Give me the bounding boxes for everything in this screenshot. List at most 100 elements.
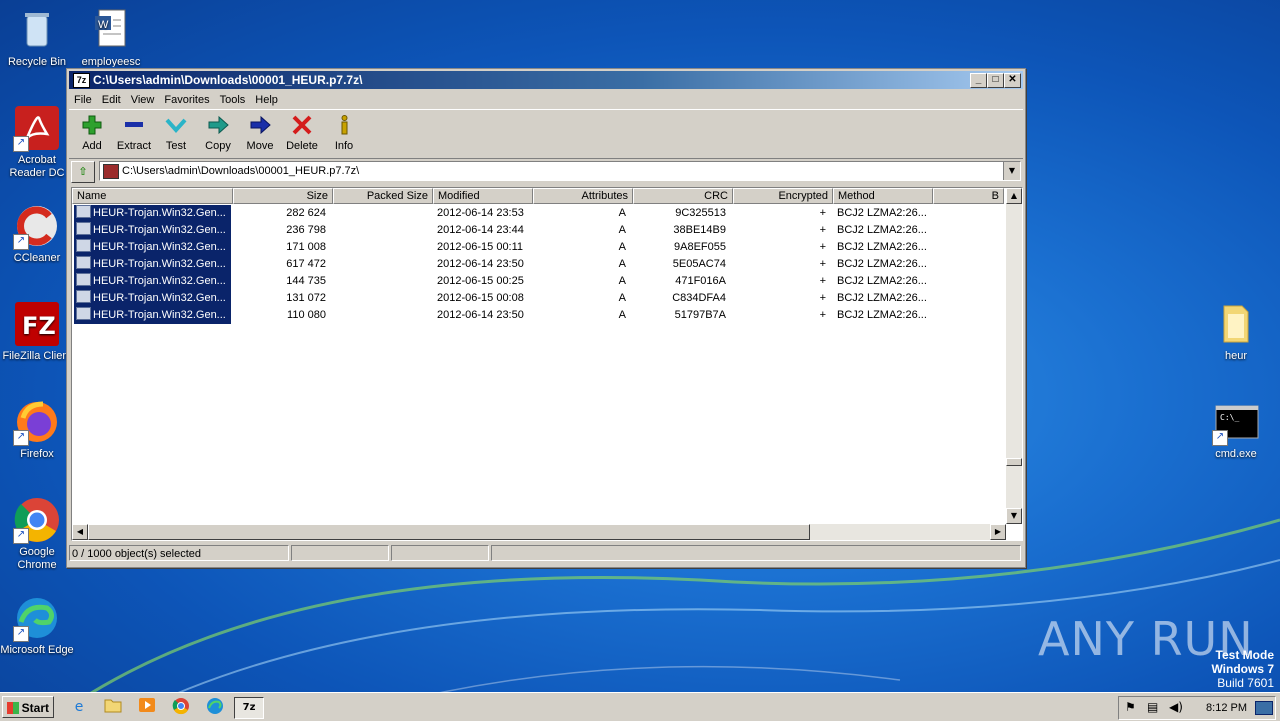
delete-button[interactable]: Delete xyxy=(281,114,323,152)
window-titlebar[interactable]: 7z C:\Users\admin\Downloads\00001_HEUR.p… xyxy=(69,71,1023,89)
column-b[interactable]: B xyxy=(933,188,1004,204)
column-header: Name Size Packed Size Modified Attribute… xyxy=(72,188,1004,204)
cell-method: BCJ2 LZMA2:26... xyxy=(837,241,927,253)
explorer-icon[interactable] xyxy=(102,697,124,717)
table-row[interactable]: HEUR-Trojan.Win32.Gen... 131 072 2012-06-1… xyxy=(72,290,1004,307)
network-tray-icon[interactable]: ▤ xyxy=(1147,700,1158,714)
test-mode-build: Build 7601 xyxy=(1217,676,1274,690)
cell-enc: + xyxy=(819,241,826,253)
recycle-bin-icon xyxy=(13,6,61,54)
media-player-icon[interactable] xyxy=(136,697,158,717)
file-icon xyxy=(76,273,91,286)
table-row[interactable]: HEUR-Trojan.Win32.Gen... 282 624 2012-06-1… xyxy=(72,205,1004,222)
cell-modified: 2012-06-14 23:53 xyxy=(437,207,524,219)
edge-icon: ↗ xyxy=(13,594,61,642)
cell-crc: 471F016A xyxy=(675,275,726,287)
horizontal-scroll-thumb[interactable] xyxy=(88,524,810,540)
column-method[interactable]: Method xyxy=(833,188,933,204)
column-packed-size[interactable]: Packed Size xyxy=(333,188,433,204)
column-modified[interactable]: Modified xyxy=(433,188,533,204)
file-name: HEUR-Trojan.Win32.Gen... xyxy=(93,258,226,270)
shortcut-arrow-icon: ↗ xyxy=(13,626,29,642)
cell-modified: 2012-06-15 00:11 xyxy=(437,241,524,253)
menu-edit[interactable]: Edit xyxy=(97,91,126,109)
filezilla-icon: FZ xyxy=(13,300,61,348)
cell-modified: 2012-06-15 00:08 xyxy=(437,292,524,304)
scroll-down-button[interactable]: ▼ xyxy=(1006,508,1022,524)
firefox-icon: ↗ xyxy=(13,398,61,446)
window-title: C:\Users\admin\Downloads\00001_HEUR.p7.7… xyxy=(93,73,363,87)
minimize-button[interactable]: _ xyxy=(970,73,987,88)
menu-tools[interactable]: Tools xyxy=(215,91,251,109)
desktop-icon-label: employeesc xyxy=(81,56,141,67)
cell-method: BCJ2 LZMA2:26... xyxy=(837,275,927,287)
scroll-up-button[interactable]: ▲ xyxy=(1006,188,1022,204)
file-name: HEUR-Trojan.Win32.Gen... xyxy=(93,241,226,253)
edge-taskbar-icon[interactable] xyxy=(204,697,226,717)
ie-icon[interactable]: e xyxy=(68,697,90,717)
chrome-taskbar-icon[interactable] xyxy=(170,697,192,717)
desktop-icon-employeesc[interactable]: W employeesc xyxy=(74,6,148,67)
taskbar-clock[interactable]: 8:12 PM xyxy=(1206,697,1247,719)
test-icon xyxy=(155,114,197,140)
copy-button[interactable]: Copy xyxy=(197,114,239,152)
address-dropdown-button[interactable]: ▼ xyxy=(1003,162,1020,180)
cell-crc: 51797B7A xyxy=(674,309,726,321)
flag-tray-icon[interactable]: ⚑ xyxy=(1125,700,1136,714)
desktop-icon-label: Microsoft Edge xyxy=(0,644,74,656)
column-attributes[interactable]: Attributes xyxy=(533,188,633,204)
move-button[interactable]: Move xyxy=(239,114,281,152)
scroll-right-button[interactable]: ▶ xyxy=(990,524,1006,540)
horizontal-scrollbar[interactable]: ◀ ▶ xyxy=(72,524,1006,540)
taskbar: Start e 7z ⚑ ▤ ◀) 8:12 PM xyxy=(0,692,1280,721)
table-row[interactable]: HEUR-Trojan.Win32.Gen... 110 080 2012-06-1… xyxy=(72,307,1004,324)
add-button[interactable]: Add xyxy=(71,114,113,152)
column-encrypted[interactable]: Encrypted xyxy=(733,188,833,204)
column-name[interactable]: Name xyxy=(72,188,233,204)
info-button[interactable]: Info xyxy=(323,114,365,152)
cell-name: HEUR-Trojan.Win32.Gen... xyxy=(74,307,231,324)
address-field[interactable]: C:\Users\admin\Downloads\00001_HEUR.p7.7… xyxy=(99,161,1021,181)
menu-file[interactable]: File xyxy=(69,91,97,109)
menu-favorites[interactable]: Favorites xyxy=(159,91,214,109)
vertical-scroll-thumb[interactable] xyxy=(1006,458,1022,466)
shortcut-arrow-icon: ↗ xyxy=(1212,430,1228,446)
desktop-icon-acrobat[interactable]: ↗ Acrobat Reader DC xyxy=(0,104,74,180)
menu-view[interactable]: View xyxy=(126,91,160,109)
extract-button[interactable]: Extract xyxy=(113,114,155,152)
vertical-scrollbar[interactable]: ▲ ▼ xyxy=(1006,188,1022,524)
desktop-icon-ccleaner[interactable]: ↗ CCleaner xyxy=(0,202,74,265)
status-panel-3 xyxy=(391,545,489,561)
menu-help[interactable]: Help xyxy=(250,91,283,109)
shortcut-arrow-icon: ↗ xyxy=(13,528,29,544)
start-button[interactable]: Start xyxy=(2,696,54,718)
desktop-icon-recycle-bin[interactable]: Recycle Bin xyxy=(0,6,74,69)
desktop-icon-chrome[interactable]: ↗ Google Chrome xyxy=(0,496,74,572)
status-bar: 0 / 1000 object(s) selected xyxy=(69,545,1023,563)
column-crc[interactable]: CRC xyxy=(633,188,733,204)
add-icon xyxy=(71,114,113,140)
system-tray: ⚑ ▤ ◀) 8:12 PM xyxy=(1118,696,1276,720)
test-mode-notice: Test Mode Windows 7 Build 7601 xyxy=(1211,648,1274,690)
7zip-taskbar-button[interactable]: 7z xyxy=(234,697,264,719)
scroll-left-button[interactable]: ◀ xyxy=(72,524,88,540)
table-row[interactable]: HEUR-Trojan.Win32.Gen... 236 798 2012-06-1… xyxy=(72,222,1004,239)
desktop-icon-cmd[interactable]: C:\_ ↗ cmd.exe xyxy=(1199,398,1273,461)
desktop-icon-edge[interactable]: ↗ Microsoft Edge xyxy=(0,594,74,657)
volume-tray-icon[interactable]: ◀) xyxy=(1169,700,1183,714)
column-size[interactable]: Size xyxy=(233,188,333,204)
show-desktop-button[interactable] xyxy=(1255,701,1273,715)
close-button[interactable]: ✕ xyxy=(1004,73,1021,88)
file-list[interactable]: Name Size Packed Size Modified Attribute… xyxy=(71,187,1023,541)
maximize-button[interactable]: □ xyxy=(987,73,1004,88)
desktop-icon-firefox[interactable]: ↗ Firefox xyxy=(0,398,74,461)
table-row[interactable]: HEUR-Trojan.Win32.Gen... 144 735 2012-06-1… xyxy=(72,273,1004,290)
cell-crc: 38BE14B9 xyxy=(673,224,726,236)
test-button[interactable]: Test xyxy=(155,114,197,152)
table-row[interactable]: HEUR-Trojan.Win32.Gen... 617 472 2012-06-1… xyxy=(72,256,1004,273)
cell-modified: 2012-06-14 23:44 xyxy=(437,224,524,236)
table-row[interactable]: HEUR-Trojan.Win32.Gen... 171 008 2012-06-1… xyxy=(72,239,1004,256)
folder-up-button[interactable]: ⇧ xyxy=(71,161,95,183)
desktop-icon-heur-folder[interactable]: heur xyxy=(1199,300,1273,363)
desktop-icon-filezilla[interactable]: FZ FileZilla Client xyxy=(0,300,74,363)
